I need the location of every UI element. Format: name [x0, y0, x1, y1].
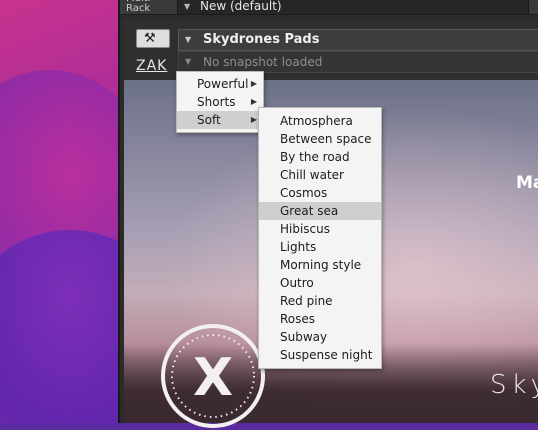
- preset-menu-item[interactable]: Red pine: [259, 292, 381, 310]
- menu-item-label: Morning style: [280, 258, 362, 272]
- menu-item-label: Hibiscus: [280, 222, 331, 236]
- settings-button[interactable]: ⚒: [136, 29, 170, 48]
- preset-menu-item[interactable]: Suspense night: [259, 346, 381, 364]
- triangle-right-icon: ▶: [250, 97, 257, 106]
- preset-menu-item[interactable]: Great sea: [259, 202, 381, 220]
- preset-menu-item[interactable]: Hibiscus: [259, 220, 381, 238]
- category-menu-item[interactable]: Powerful ▶: [177, 75, 263, 93]
- instrument-name: Skydrones Pads: [203, 32, 320, 47]
- category-menu: Powerful ▶ Shorts ▶ Soft ▶: [176, 71, 264, 133]
- rack-preset-value: New (default): [200, 0, 282, 13]
- menu-item-label: Soft: [197, 113, 221, 127]
- menu-item-label: Lights: [280, 240, 317, 254]
- preset-menu-item[interactable]: Atmosphera: [259, 112, 381, 130]
- menu-item-label: Roses: [280, 312, 316, 326]
- menu-item-label: Chill water: [280, 168, 344, 182]
- snapshot-placeholder: No snapshot loaded: [203, 55, 323, 69]
- preset-menu-item[interactable]: Chill water: [259, 166, 381, 184]
- menu-item-label: Cosmos: [280, 186, 328, 200]
- snapshot-dropdown[interactable]: ▼ No snapshot loaded: [178, 51, 538, 73]
- menu-item-label: By the road: [280, 150, 350, 164]
- triangle-down-icon: ▼: [184, 2, 191, 11]
- menu-item-label: Powerful: [197, 77, 249, 91]
- zak-logo[interactable]: ZAK: [136, 58, 167, 74]
- preset-menu-item[interactable]: Morning style: [259, 256, 381, 274]
- category-menu-item[interactable]: Soft ▶: [177, 111, 263, 129]
- triangle-right-icon: ▶: [250, 79, 257, 88]
- menu-item-label: Subway: [280, 330, 328, 344]
- preset-menu-item[interactable]: By the road: [259, 148, 381, 166]
- preset-menu-item[interactable]: Cosmos: [259, 184, 381, 202]
- triangle-down-icon: ▼: [185, 57, 192, 66]
- triangle-right-icon: ▶: [250, 115, 257, 124]
- preset-menu-item[interactable]: Between space: [259, 130, 381, 148]
- menu-item-label: Between space: [280, 132, 372, 146]
- menu-item-label: Red pine: [280, 294, 333, 308]
- x-logo-icon: X: [161, 324, 265, 428]
- preset-menu-item[interactable]: Roses: [259, 310, 381, 328]
- menu-item-label: Great sea: [280, 204, 339, 218]
- menu-item-label: Atmosphera: [280, 114, 353, 128]
- rack-preset-dropdown[interactable]: ▼ New (default): [177, 0, 529, 15]
- preset-menu-item[interactable]: Lights: [259, 238, 381, 256]
- artwork-text-partial: Ma: [516, 173, 538, 193]
- menu-item-label: Outro: [280, 276, 314, 290]
- menu-item-label: Shorts: [197, 95, 236, 109]
- x-logo-letter: X: [193, 348, 233, 408]
- rack-label: Multi Rack: [126, 0, 151, 14]
- rack-bar: Multi Rack ▼ New (default): [120, 0, 538, 15]
- preset-submenu: Atmosphera Between space By the road Chill …: [258, 107, 382, 369]
- triangle-down-icon: ▼: [185, 35, 192, 44]
- preset-menu-item[interactable]: Outro: [259, 274, 381, 292]
- instrument-dropdown[interactable]: ▼ Skydrones Pads: [178, 29, 538, 51]
- category-menu-item[interactable]: Shorts ▶: [177, 93, 263, 111]
- preset-menu-item[interactable]: Subway: [259, 328, 381, 346]
- wrench-icon: ⚒: [144, 31, 156, 46]
- product-title-partial: Sky: [490, 370, 538, 400]
- menu-item-label: Suspense night: [280, 348, 373, 362]
